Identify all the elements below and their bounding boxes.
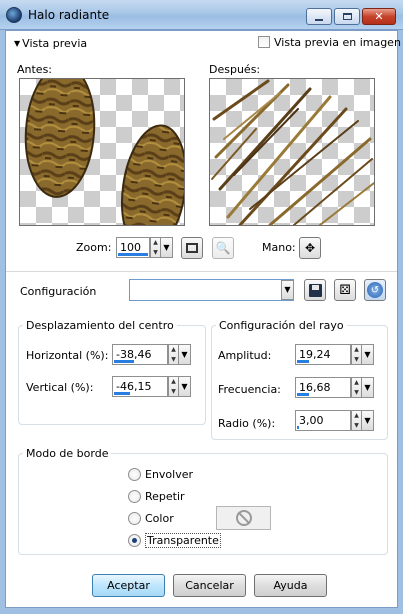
reset-icon: ↺	[367, 282, 383, 298]
maximize-button[interactable]	[334, 8, 360, 25]
chevron-down-icon: ▼	[181, 382, 188, 391]
amplitude-label: Amplitud:	[218, 349, 272, 362]
amplitude-dropdown[interactable]: ▼	[361, 344, 374, 365]
image-preview-checkbox[interactable]	[258, 36, 270, 48]
after-image	[211, 79, 374, 225]
zoom-fit-button[interactable]	[181, 237, 203, 259]
radius-bar	[297, 426, 299, 429]
spin-down-icon: ▼	[354, 356, 359, 363]
frequency-dropdown[interactable]: ▼	[361, 377, 374, 398]
floppy-disk-icon	[308, 283, 322, 297]
zoom-bar	[118, 253, 148, 256]
minimize-button[interactable]	[306, 8, 332, 25]
chevron-down-icon: ▼	[364, 383, 371, 392]
edge-option-transparent-radio[interactable]	[128, 534, 141, 547]
maximize-icon	[342, 13, 352, 20]
edge-option-repeat-radio[interactable]	[128, 490, 141, 503]
app-icon	[6, 7, 22, 23]
config-dropdown[interactable]: ▼	[281, 280, 294, 300]
radius-label: Radio (%):	[218, 417, 276, 430]
after-preview[interactable]	[209, 78, 375, 226]
chevron-down-icon: ▼	[181, 350, 188, 359]
spin-up-icon: ▲	[153, 239, 158, 246]
triangle-down-icon: ▼	[14, 39, 21, 48]
save-preset-button[interactable]	[304, 279, 326, 301]
edge-color-swatch[interactable]	[216, 506, 271, 530]
edge-mode-title: Modo de borde	[23, 447, 112, 460]
preview-toggle[interactable]: ▼ Vista previa	[14, 37, 87, 50]
spin-up-icon: ▲	[171, 346, 176, 353]
amplitude-input[interactable]: 19,24	[295, 344, 351, 365]
horizontal-bar	[114, 360, 134, 363]
config-select[interactable]	[129, 279, 294, 301]
horizontal-label: Horizontal (%):	[26, 349, 109, 362]
center-offset-title: Desplazamiento del centro	[23, 319, 177, 332]
radius-value: 3,00	[299, 414, 324, 427]
edge-option-color-radio[interactable]	[128, 512, 141, 525]
vertical-label: Vertical (%):	[26, 381, 94, 394]
preview-toggle-label: Vista previa	[22, 37, 88, 50]
amplitude-bar	[297, 360, 309, 363]
title-bar: Halo radiante ✕	[0, 0, 403, 30]
spin-down-icon: ▼	[354, 389, 359, 396]
radius-dropdown[interactable]: ▼	[361, 410, 374, 431]
help-button[interactable]: Ayuda	[254, 574, 327, 597]
vertical-bar	[114, 392, 130, 395]
close-button[interactable]: ✕	[362, 8, 396, 25]
chevron-down-icon: ▼	[364, 416, 371, 425]
chevron-down-icon: ▼	[163, 243, 170, 252]
vertical-input[interactable]: -46,15	[112, 376, 168, 397]
before-image	[24, 79, 184, 225]
zoom-tool-button[interactable]: 🔍	[212, 237, 234, 259]
accept-button[interactable]: Aceptar	[92, 574, 165, 597]
chevron-down-icon: ▼	[364, 350, 371, 359]
before-preview[interactable]	[19, 78, 185, 226]
magnifier-icon: 🔍	[215, 241, 231, 255]
randomize-button[interactable]: ⚄	[334, 279, 356, 301]
frequency-bar	[297, 393, 309, 396]
edge-option-transparent-label: Transparente	[145, 533, 221, 548]
config-label: Configuración	[20, 285, 97, 298]
horizontal-input[interactable]: -38,46	[112, 344, 168, 365]
horizontal-dropdown[interactable]: ▼	[178, 344, 191, 365]
frequency-label: Frecuencia:	[218, 383, 281, 396]
minimize-icon	[315, 18, 323, 21]
hand-tool-button[interactable]: ✥	[299, 237, 321, 259]
zoom-label: Zoom:	[76, 241, 112, 254]
zoom-input[interactable]: 100	[116, 237, 150, 258]
zoom-dropdown[interactable]: ▼	[160, 237, 173, 258]
edge-option-wrap-label: Envolver	[145, 468, 194, 481]
move-icon: ✥	[304, 241, 316, 255]
close-icon: ✕	[374, 10, 384, 23]
dialog-body: ▼ Vista previa Vista previa en imagen An…	[5, 30, 401, 608]
zoom-fit-icon	[186, 243, 198, 253]
hand-label: Mano:	[262, 241, 296, 254]
frequency-input[interactable]: 16,68	[295, 377, 351, 398]
spin-up-icon: ▲	[354, 346, 359, 353]
spin-down-icon: ▼	[153, 249, 158, 256]
reset-button[interactable]: ↺	[364, 279, 386, 301]
before-label: Antes:	[17, 63, 53, 76]
chevron-down-icon: ▼	[284, 285, 291, 294]
vertical-dropdown[interactable]: ▼	[178, 376, 191, 397]
divider	[6, 271, 397, 272]
center-offset-group	[18, 325, 206, 425]
spin-up-icon: ▲	[171, 378, 176, 385]
spin-down-icon: ▼	[354, 422, 359, 429]
after-label: Después:	[209, 63, 261, 76]
image-preview-label: Vista previa en imagen	[274, 36, 401, 49]
spin-up-icon: ▲	[354, 379, 359, 386]
edge-option-repeat-label: Repetir	[145, 490, 185, 503]
no-color-icon	[235, 510, 252, 526]
spin-down-icon: ▼	[171, 388, 176, 395]
window-title: Halo radiante	[28, 8, 110, 22]
cancel-button[interactable]: Cancelar	[173, 574, 246, 597]
spin-up-icon: ▲	[354, 412, 359, 419]
spin-down-icon: ▼	[171, 356, 176, 363]
edge-option-wrap-radio[interactable]	[128, 468, 141, 481]
dice-icon: ⚄	[339, 282, 351, 298]
edge-option-color-label: Color	[145, 512, 174, 525]
radius-input[interactable]: 3,00	[295, 410, 351, 431]
ray-config-title: Configuración del rayo	[216, 319, 347, 332]
